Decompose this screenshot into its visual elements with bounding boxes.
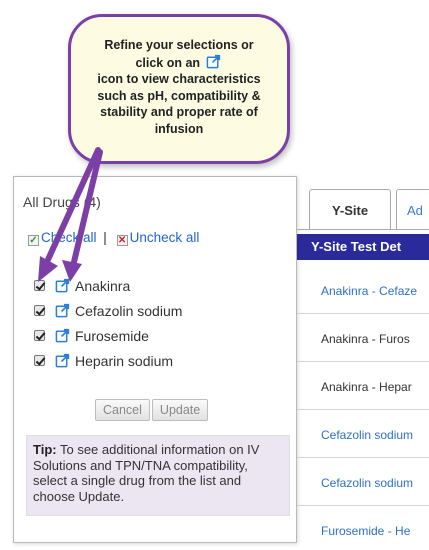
callout-line-5: stability and proper rate of <box>100 105 258 119</box>
list-item: Heparin sodium <box>34 348 182 373</box>
drug-checkbox[interactable] <box>34 330 45 341</box>
tab-divider <box>297 229 429 230</box>
drug-panel: All Drugs (4) ✓ Check all | ✕ Uncheck all … <box>13 176 297 543</box>
tip-label: Tip: <box>33 442 57 457</box>
tooltip-callout: Refine your selections or click on an ic… <box>68 14 290 164</box>
table-row[interactable]: Anakinra - Hepar <box>297 364 429 410</box>
list-item: Furosemide <box>34 323 182 348</box>
callout-line-4: such as pH, compatibility & <box>97 88 261 103</box>
callout-line-6: infusion <box>154 121 204 136</box>
list-item: Anakinra <box>34 273 182 298</box>
table-row[interactable]: Anakinra - Furos <box>297 316 429 362</box>
drug-checkbox[interactable] <box>34 355 45 366</box>
tab-admixture[interactable]: Ad <box>396 189 429 230</box>
external-link-icon[interactable] <box>55 278 70 293</box>
results-header: Y-Site Test Det <box>297 234 429 260</box>
callout-line-3: icon to view characteristics <box>97 72 261 86</box>
results-panel: Y-Site Ad Y-Site Test Det Anakinra - Cef… <box>297 180 429 550</box>
drug-checkbox[interactable] <box>34 280 45 291</box>
list-item: Cefazolin sodium <box>34 298 182 323</box>
table-row[interactable]: Anakinra - Cefaze <box>297 268 429 314</box>
drug-name: Heparin sodium <box>75 352 174 369</box>
external-link-icon <box>206 54 220 68</box>
table-row[interactable]: Cefazolin sodium <box>297 412 429 458</box>
drug-checkbox[interactable] <box>34 305 45 316</box>
uncheck-all-link[interactable]: Uncheck all <box>130 230 200 245</box>
panel-title: All Drugs (4) <box>23 194 101 210</box>
external-link-icon[interactable] <box>55 303 70 318</box>
callout-line-1: Refine your selections or <box>104 38 254 52</box>
external-link-icon[interactable] <box>55 328 70 343</box>
callout-line-2: click on an <box>85 54 273 72</box>
update-button[interactable]: Update <box>151 399 209 421</box>
check-controls: ✓ Check all | ✕ Uncheck all <box>28 230 199 246</box>
drug-name: Anakinra <box>75 277 131 294</box>
check-all-link[interactable]: Check all <box>41 230 97 245</box>
callout-line-2-text: click on an <box>135 55 201 70</box>
tab-y-site[interactable]: Y-Site <box>309 189 391 230</box>
drug-list: Anakinra Cefazolin sodium Furosemide Hep… <box>34 273 182 373</box>
action-buttons: Cancel Update <box>95 399 209 421</box>
external-link-icon[interactable] <box>55 353 70 368</box>
uncheck-all-icon[interactable]: ✕ <box>116 235 128 246</box>
check-all-icon[interactable]: ✓ <box>28 235 39 246</box>
table-row[interactable]: Cefazolin sodium <box>297 460 429 506</box>
drug-name: Furosemide <box>75 327 149 344</box>
cancel-button[interactable]: Cancel <box>95 399 150 421</box>
callout-text: Refine your selections or click on an ic… <box>85 37 273 137</box>
tip-text: To see additional information on IV Solu… <box>33 442 260 504</box>
drug-name: Cefazolin sodium <box>75 302 183 319</box>
separator: | <box>103 230 107 245</box>
table-row[interactable]: Furosemide - He <box>297 508 429 550</box>
tip-box: Tip: To see additional information on IV… <box>26 435 290 516</box>
